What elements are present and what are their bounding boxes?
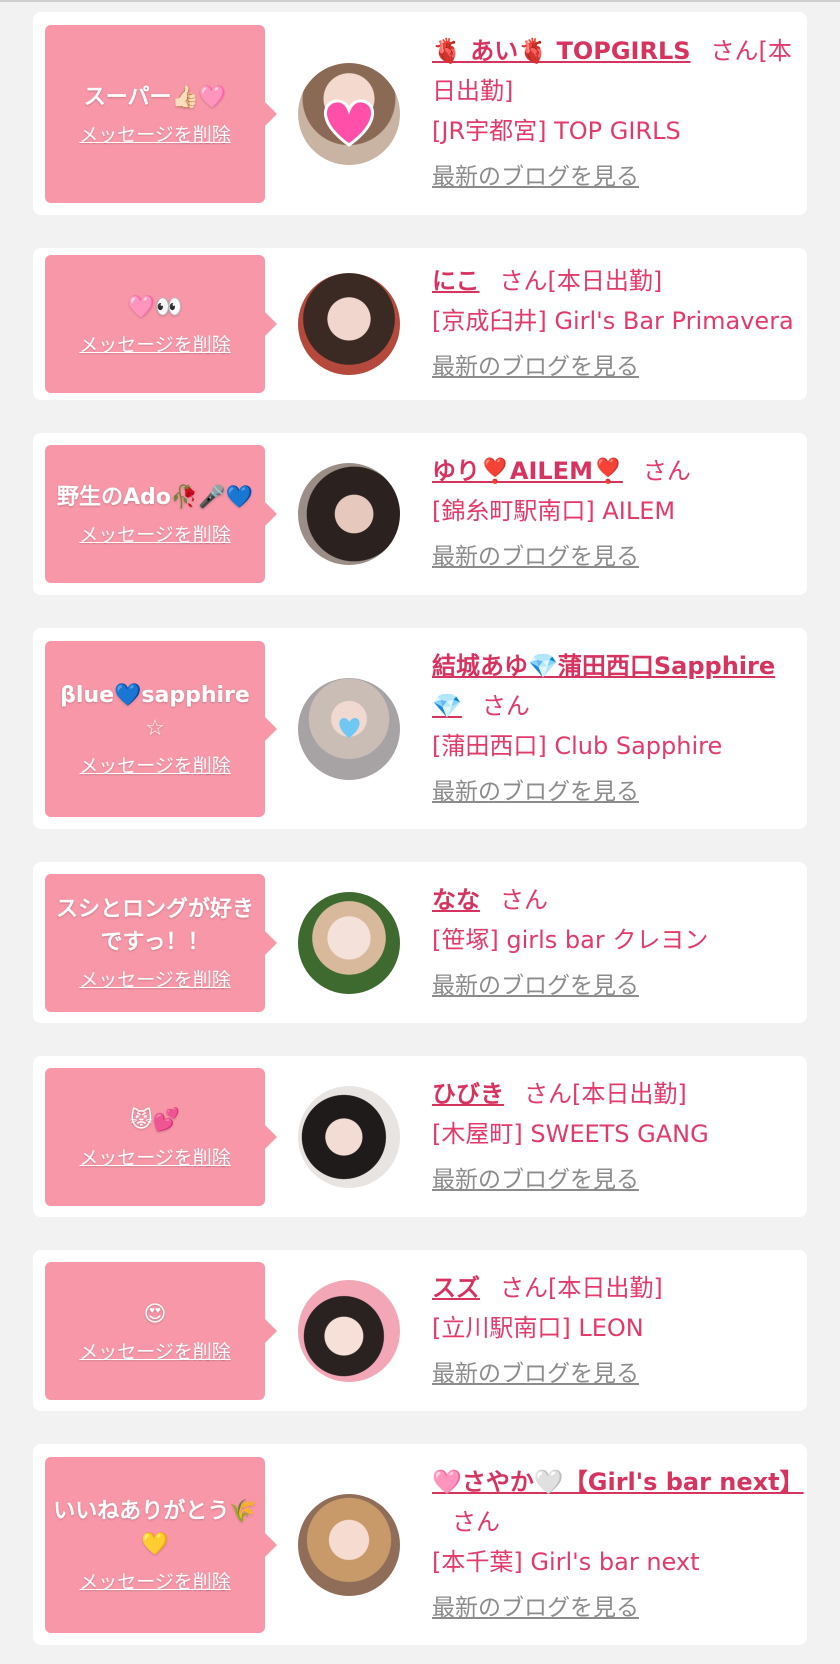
shop-label: [木屋町] SWEETS GANG [432, 1119, 709, 1148]
message-text: いいねありがとう🌾💛 [53, 1499, 257, 1557]
cast-suffix: さん [642, 457, 691, 485]
top-divider [0, 0, 840, 2]
avatar[interactable] [298, 273, 400, 375]
message-text: 野生のAdo🥀🎤💙 [56, 485, 254, 510]
list-item: スシとロングが好きですっ！！ メッセージを削除 なな さん [笹塚] girls … [33, 862, 807, 1023]
cast-info: 🫀 あい🫀 TOPGIRLS さん[本日出勤] [JR宇都宮] TOP GIRLS… [432, 31, 795, 197]
cast-info: スズ さん[本日出勤] [立川駅南口] LEON 最新のブログを見る [432, 1268, 795, 1394]
message-bubble: いいねありがとう🌾💛 メッセージを削除 [45, 1456, 277, 1633]
message-text: βlue💙sapphire☆ [60, 683, 250, 741]
shop-label: [蒲田西口] Club Sapphire [432, 731, 723, 760]
message-bubble: 🩷👀 メッセージを削除 [45, 255, 277, 393]
cast-name-link[interactable]: ゆり❣️AILEM❣️ [432, 457, 623, 485]
avatar[interactable] [298, 1085, 400, 1188]
cast-name-link[interactable]: にこ [432, 267, 480, 295]
blog-link[interactable]: 最新のブログを見る [432, 157, 795, 197]
heart-sticker-icon [323, 98, 375, 147]
message-text: 🩷👀 [127, 295, 183, 320]
avatar[interactable] [298, 1279, 400, 1382]
blog-link[interactable]: 最新のブログを見る [432, 1354, 795, 1394]
cast-suffix: さん [481, 691, 530, 720]
avatar[interactable] [298, 62, 400, 165]
cast-info: 結城あゆ💎蒲田西口Sapphire💎 さん [蒲田西口] Club Sapphir… [432, 646, 795, 812]
delete-message-link[interactable]: メッセージを削除 [79, 120, 231, 147]
message-bubble: スシとロングが好きですっ！！ メッセージを削除 [45, 873, 277, 1012]
cast-name-link[interactable]: 🫀 あい🫀 TOPGIRLS [432, 37, 691, 65]
message-text: スーパー👍🏻🩷 [83, 84, 227, 110]
list-item: βlue💙sapphire☆ メッセージを削除 結城あゆ💎蒲田西口Sapphir… [33, 628, 807, 829]
message-text: 😍 [143, 1301, 167, 1327]
cast-suffix: さん [500, 885, 548, 914]
avatar[interactable] [298, 891, 400, 994]
avatar[interactable] [298, 677, 400, 780]
shop-label: [笹塚] girls bar クレヨン [432, 925, 709, 954]
message-text: スシとロングが好きですっ！！ [55, 897, 254, 955]
cast-info: にこ さん[本日出勤] [京成臼井] Girl's Bar Primavera 最… [432, 261, 795, 387]
cast-info: 🩷さやか🤍【Girl's bar next】さん [本千葉] Girl's ba… [432, 1462, 804, 1628]
list-item: 🩷👀 メッセージを削除 にこ さん[本日出勤] [京成臼井] Girl's Bar… [33, 248, 807, 400]
list-item: 野生のAdo🥀🎤💙 メッセージを削除 ゆり❣️AILEM❣️ さん [錦糸町駅南口… [33, 433, 807, 595]
shop-label: [京成臼井] Girl's Bar Primavera [432, 307, 794, 335]
list-item: スーパー👍🏻🩷 メッセージを削除 🫀 あい🫀 TOPGIRLS さん[本日出勤] … [33, 12, 807, 215]
shop-label: [JR宇都宮] TOP GIRLS [432, 116, 681, 145]
message-list: スーパー👍🏻🩷 メッセージを削除 🫀 あい🫀 TOPGIRLS さん[本日出勤] … [33, 12, 807, 1645]
delete-message-link[interactable]: メッセージを削除 [79, 1567, 231, 1594]
message-bubble: 野生のAdo🥀🎤💙 メッセージを削除 [45, 445, 277, 583]
heart-sticker-icon [339, 717, 360, 738]
blog-link[interactable]: 最新のブログを見る [432, 772, 795, 812]
delete-message-link[interactable]: メッセージを削除 [79, 1143, 231, 1170]
blog-link[interactable]: 最新のブログを見る [432, 1588, 795, 1628]
shop-label: [立川駅南口] LEON [432, 1313, 644, 1342]
delete-message-link[interactable]: メッセージを削除 [79, 330, 231, 357]
cast-info: ひびき さん[本日出勤] [木屋町] SWEETS GANG 最新のブログを見る [432, 1074, 795, 1200]
delete-message-link[interactable]: メッセージを削除 [79, 1337, 231, 1364]
cast-name-link[interactable]: スズ [432, 1274, 480, 1302]
cast-name-link[interactable]: なな [432, 886, 480, 914]
cast-info: なな さん [笹塚] girls bar クレヨン 最新のブログを見る [432, 880, 795, 1006]
cast-info: ゆり❣️AILEM❣️ さん [錦糸町駅南口] AILEM 最新のブログを見る [432, 451, 795, 577]
message-bubble: スーパー👍🏻🩷 メッセージを削除 [45, 24, 277, 203]
delete-message-link[interactable]: メッセージを削除 [79, 520, 231, 547]
message-bubble: βlue💙sapphire☆ メッセージを削除 [45, 640, 277, 817]
list-item: いいねありがとう🌾💛 メッセージを削除 🩷さやか🤍【Girl's bar nex… [33, 1444, 807, 1645]
cast-suffix: さん [452, 1507, 500, 1536]
shop-label: [本千葉] Girl's bar next [432, 1547, 700, 1576]
cast-suffix: さん[本日出勤] [500, 1273, 663, 1302]
message-bubble: 😍 メッセージを削除 [45, 1261, 277, 1400]
avatar[interactable] [298, 463, 400, 565]
message-text: 😾💕 [129, 1107, 181, 1133]
blog-link[interactable]: 最新のブログを見る [432, 537, 795, 577]
list-item: 😾💕 メッセージを削除 ひびき さん[本日出勤] [木屋町] SWEETS GAN… [33, 1056, 807, 1217]
blog-link[interactable]: 最新のブログを見る [432, 966, 795, 1006]
blog-link[interactable]: 最新のブログを見る [432, 347, 795, 387]
blog-link[interactable]: 最新のブログを見る [432, 1160, 795, 1200]
list-item: 😍 メッセージを削除 スズ さん[本日出勤] [立川駅南口] LEON 最新のブロ… [33, 1250, 807, 1411]
shop-label: [錦糸町駅南口] AILEM [432, 497, 676, 525]
avatar[interactable] [298, 1493, 400, 1596]
cast-name-link[interactable]: 🩷さやか🤍【Girl's bar next】 [432, 1468, 804, 1496]
delete-message-link[interactable]: メッセージを削除 [79, 751, 231, 778]
delete-message-link[interactable]: メッセージを削除 [79, 965, 231, 992]
cast-suffix: さん[本日出勤] [499, 267, 663, 295]
message-bubble: 😾💕 メッセージを削除 [45, 1067, 277, 1206]
cast-suffix: さん[本日出勤] [524, 1079, 687, 1108]
cast-name-link[interactable]: ひびき [432, 1080, 504, 1108]
